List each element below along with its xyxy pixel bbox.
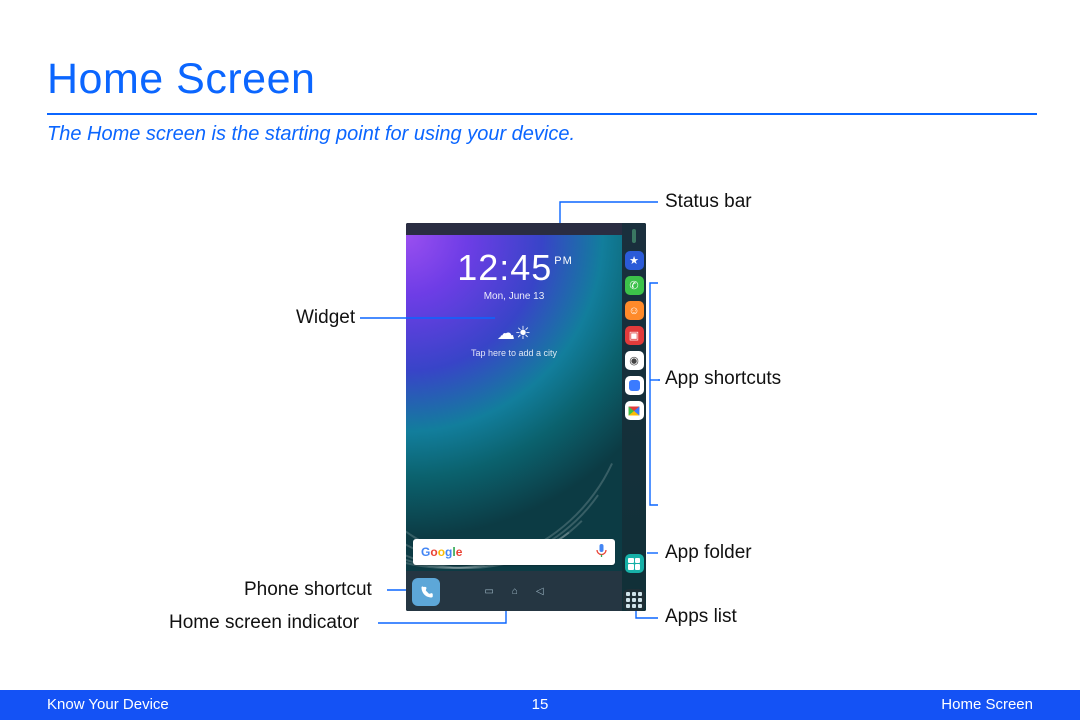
edge-panel: ★ ✆ ☺ ▣ ◉ bbox=[622, 223, 646, 611]
title-rule bbox=[47, 113, 1037, 115]
messages-icon bbox=[625, 376, 644, 395]
page-footer: Know Your Device 15 Home Screen bbox=[0, 690, 1080, 720]
callout-widget: Widget bbox=[296, 307, 355, 329]
contacts-icon: ☺ bbox=[625, 301, 644, 320]
callout-apps-list: Apps list bbox=[665, 606, 737, 628]
page-intro: The Home screen is the starting point fo… bbox=[47, 123, 575, 146]
star-icon: ★ bbox=[625, 251, 644, 270]
callout-app-shortcuts: App shortcuts bbox=[665, 368, 781, 390]
chrome-icon: ◉ bbox=[625, 351, 644, 370]
callout-app-folder: App folder bbox=[665, 542, 752, 564]
callout-home-indicator: Home screen indicator bbox=[169, 612, 359, 634]
mic-icon bbox=[596, 544, 607, 561]
phone-shortcut-icon bbox=[412, 578, 440, 606]
weather-hint: Tap here to add a city bbox=[406, 348, 622, 358]
status-bar bbox=[406, 223, 622, 235]
google-search-bar: Google bbox=[413, 539, 615, 565]
clock-time: 12:45 bbox=[457, 247, 552, 288]
apps-list-icon bbox=[623, 589, 645, 611]
back-icon: ◁ bbox=[536, 586, 544, 597]
callout-phone-shortcut: Phone shortcut bbox=[244, 579, 372, 601]
clock-widget: 12:45PM Mon, June 13 bbox=[406, 247, 622, 302]
soft-keys: ▭ ⌂ ◁ bbox=[440, 586, 588, 597]
weather-widget: ☁︎☀︎ Tap here to add a city bbox=[406, 323, 622, 358]
footer-topic: Home Screen bbox=[941, 696, 1033, 713]
home-icon: ⌂ bbox=[512, 586, 518, 597]
galaxy-apps-icon: ▣ bbox=[625, 326, 644, 345]
app-folder-icon bbox=[625, 554, 644, 573]
clock-date: Mon, June 13 bbox=[406, 291, 622, 302]
footer-page: 15 bbox=[0, 696, 1080, 713]
google-logo: Google bbox=[421, 545, 462, 559]
clock-ampm: PM bbox=[554, 255, 573, 267]
manual-page: Home Screen The Home screen is the start… bbox=[0, 0, 1080, 720]
play-store-icon bbox=[625, 401, 644, 420]
edge-handle-icon bbox=[632, 229, 636, 243]
weather-icon: ☁︎☀︎ bbox=[406, 323, 622, 344]
recent-apps-icon: ▭ bbox=[484, 586, 493, 597]
device-screenshot: 12:45PM Mon, June 13 ☁︎☀︎ Tap here to ad… bbox=[406, 223, 646, 611]
phone-icon: ✆ bbox=[625, 276, 644, 295]
page-title: Home Screen bbox=[47, 55, 315, 104]
nav-bar: ▭ ⌂ ◁ bbox=[406, 571, 622, 611]
callout-status-bar: Status bar bbox=[665, 191, 752, 213]
